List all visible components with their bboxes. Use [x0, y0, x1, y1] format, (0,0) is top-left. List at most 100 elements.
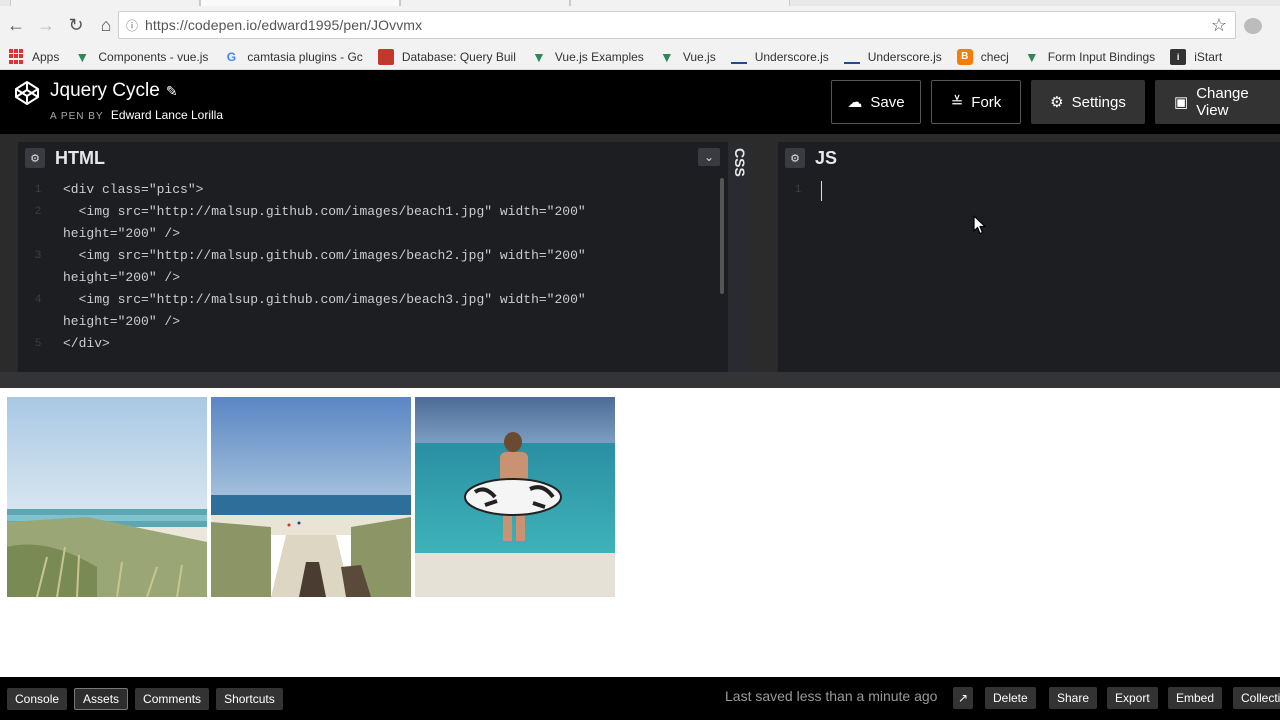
- save-label: Save: [870, 93, 905, 111]
- reload-icon[interactable]: ↻: [62, 11, 90, 39]
- html-editor: ⚙ HTML ⌄ 1 2 3 4 5 <div class="pics"> <i…: [18, 142, 728, 372]
- code-line: </div>: [63, 336, 110, 351]
- bookmark-label: Apps: [32, 49, 60, 64]
- line-number: 2: [34, 206, 42, 218]
- save-button[interactable]: ☁ Save: [831, 80, 921, 124]
- result-preview: [0, 388, 1280, 677]
- codepen-header: Jquery Cycle ✎ A PEN BY Edward Lance Lor…: [0, 70, 1280, 134]
- shortcuts-button[interactable]: Shortcuts: [216, 687, 283, 710]
- bookmark-item[interactable]: Database: Query Buil: [377, 48, 516, 65]
- url-text: https://codepen.io/edward1995/pen/JOvvmx: [145, 17, 423, 33]
- css-editor-collapsed[interactable]: CSS: [728, 142, 750, 372]
- bookmark-item[interactable]: Underscore.js: [843, 50, 942, 64]
- line-gutter: 1: [778, 174, 818, 372]
- html-editor-title: HTML: [55, 147, 105, 168]
- url-input[interactable]: ⓘ https://codepen.io/edward1995/pen/JOvv…: [118, 11, 1236, 39]
- database-icon: [377, 48, 394, 65]
- change-view-button[interactable]: ▣ Change View: [1155, 80, 1280, 124]
- bookmark-label: Underscore.js: [754, 49, 829, 64]
- beach-image-2: [211, 397, 411, 597]
- bookmark-label: Vue.js: [682, 49, 716, 64]
- text-cursor: [821, 181, 822, 201]
- js-settings-gear-icon[interactable]: ⚙: [785, 148, 805, 168]
- blogger-icon: B: [956, 48, 973, 65]
- bookmark-item[interactable]: i iStart: [1170, 48, 1223, 65]
- vue-icon: ▼: [659, 48, 674, 65]
- codepen-logo-icon[interactable]: [14, 80, 40, 106]
- html-code-area[interactable]: 1 2 3 4 5 <div class="pics"> <img src="h…: [18, 174, 728, 372]
- author-link[interactable]: Edward Lance Lorilla: [111, 108, 223, 122]
- forward-icon[interactable]: →: [32, 11, 60, 39]
- pen-title-text: Jquery Cycle: [50, 80, 160, 101]
- bookmark-label: Form Input Bindings: [1047, 49, 1156, 64]
- code-line: height="200" />: [63, 270, 181, 285]
- settings-button[interactable]: ⚙ Settings: [1031, 80, 1145, 124]
- code-line: <img src="http://malsup.github.com/image…: [63, 248, 586, 263]
- line-number: 1: [794, 184, 802, 196]
- mouse-cursor-icon: [973, 215, 986, 235]
- fork-button[interactable]: ≚ Fork: [931, 80, 1021, 124]
- editor-left-edge: [0, 142, 18, 372]
- info-icon[interactable]: ⓘ: [119, 17, 145, 34]
- chevron-down-icon[interactable]: ⌄: [698, 148, 720, 166]
- html-code: <div class="pics"> <img src="http://mals…: [63, 179, 586, 355]
- bookmark-item[interactable]: ▼ Form Input Bindings: [1024, 49, 1155, 65]
- share-button[interactable]: Share: [1049, 687, 1098, 709]
- assets-button[interactable]: Assets: [74, 687, 129, 710]
- change-view-label: Change View: [1196, 85, 1249, 119]
- bookmark-item[interactable]: ▼ Components - vue.js: [74, 49, 208, 65]
- codepen-footer: Console Assets Comments Shortcuts Last s…: [0, 677, 1280, 720]
- bookmark-item[interactable]: Underscore.js: [730, 49, 829, 64]
- vue-icon: ▼: [531, 48, 546, 65]
- export-button[interactable]: Export: [1107, 687, 1158, 709]
- bookmark-label: Components - vue.js: [98, 49, 209, 64]
- edit-pencil-icon[interactable]: ✎: [166, 83, 178, 100]
- apps-icon: [8, 48, 24, 65]
- line-number: 1: [34, 184, 42, 196]
- js-editor-header: ⚙ JS: [778, 142, 1280, 174]
- delete-button[interactable]: Delete: [985, 687, 1036, 709]
- js-editor: ⚙ JS 1: [778, 142, 1280, 372]
- line-number: 3: [34, 250, 42, 262]
- bookmark-item[interactable]: ▼ Vue.js: [659, 49, 716, 65]
- bookmark-star-icon[interactable]: ☆: [1211, 15, 1227, 36]
- back-icon[interactable]: ←: [2, 11, 30, 39]
- home-icon[interactable]: ⌂: [92, 11, 120, 39]
- extension-icon[interactable]: [1244, 18, 1262, 34]
- bookmark-item[interactable]: B checj: [956, 48, 1009, 65]
- istart-icon: i: [1170, 48, 1187, 65]
- bookmark-label: Database: Query Buil: [401, 49, 516, 64]
- embed-button[interactable]: Embed: [1168, 687, 1223, 709]
- bookmark-apps[interactable]: Apps: [8, 48, 60, 65]
- beach-image-3: [415, 397, 615, 597]
- bookmark-label: Vue.js Examples: [554, 49, 644, 64]
- console-button[interactable]: Console: [7, 687, 68, 710]
- bookmark-item[interactable]: G camtasia plugins - Gc: [223, 49, 363, 65]
- code-line: <img src="http://malsup.github.com/image…: [63, 204, 586, 219]
- settings-label: Settings: [1071, 93, 1126, 111]
- html-editor-header: ⚙ HTML ⌄: [18, 142, 728, 174]
- by-label: A PEN BY: [50, 111, 104, 122]
- js-editor-left-edge: [758, 142, 778, 372]
- html-settings-gear-icon[interactable]: ⚙: [25, 148, 45, 168]
- beach-image-1: [7, 397, 207, 597]
- fork-label: Fork: [971, 93, 1002, 111]
- pen-title[interactable]: Jquery Cycle ✎: [50, 80, 178, 102]
- open-external-icon[interactable]: ↗: [953, 687, 973, 709]
- bookmark-label: iStart: [1194, 49, 1223, 64]
- bookmarks-bar: Apps ▼ Components - vue.js G camtasia pl…: [0, 44, 1280, 70]
- preview-resize-bar[interactable]: [0, 372, 1280, 388]
- editor-resize-handle[interactable]: [750, 142, 758, 372]
- fork-icon: ≚: [950, 94, 964, 111]
- address-bar: ← → ↻ ⌂ ⓘ https://codepen.io/edward1995/…: [0, 6, 1280, 44]
- layout-icon: ▣: [1174, 94, 1189, 111]
- comments-button[interactable]: Comments: [135, 687, 210, 710]
- html-editor-scrollbar[interactable]: [720, 178, 724, 294]
- bookmark-item[interactable]: ▼ Vue.js Examples: [531, 49, 644, 65]
- vue-icon: ▼: [75, 48, 90, 65]
- js-code-area[interactable]: 1: [778, 174, 1280, 372]
- js-editor-title: JS: [815, 147, 838, 168]
- collections-button[interactable]: Collecti: [1233, 687, 1280, 709]
- google-icon: G: [226, 49, 237, 64]
- header-divider: [0, 134, 1280, 142]
